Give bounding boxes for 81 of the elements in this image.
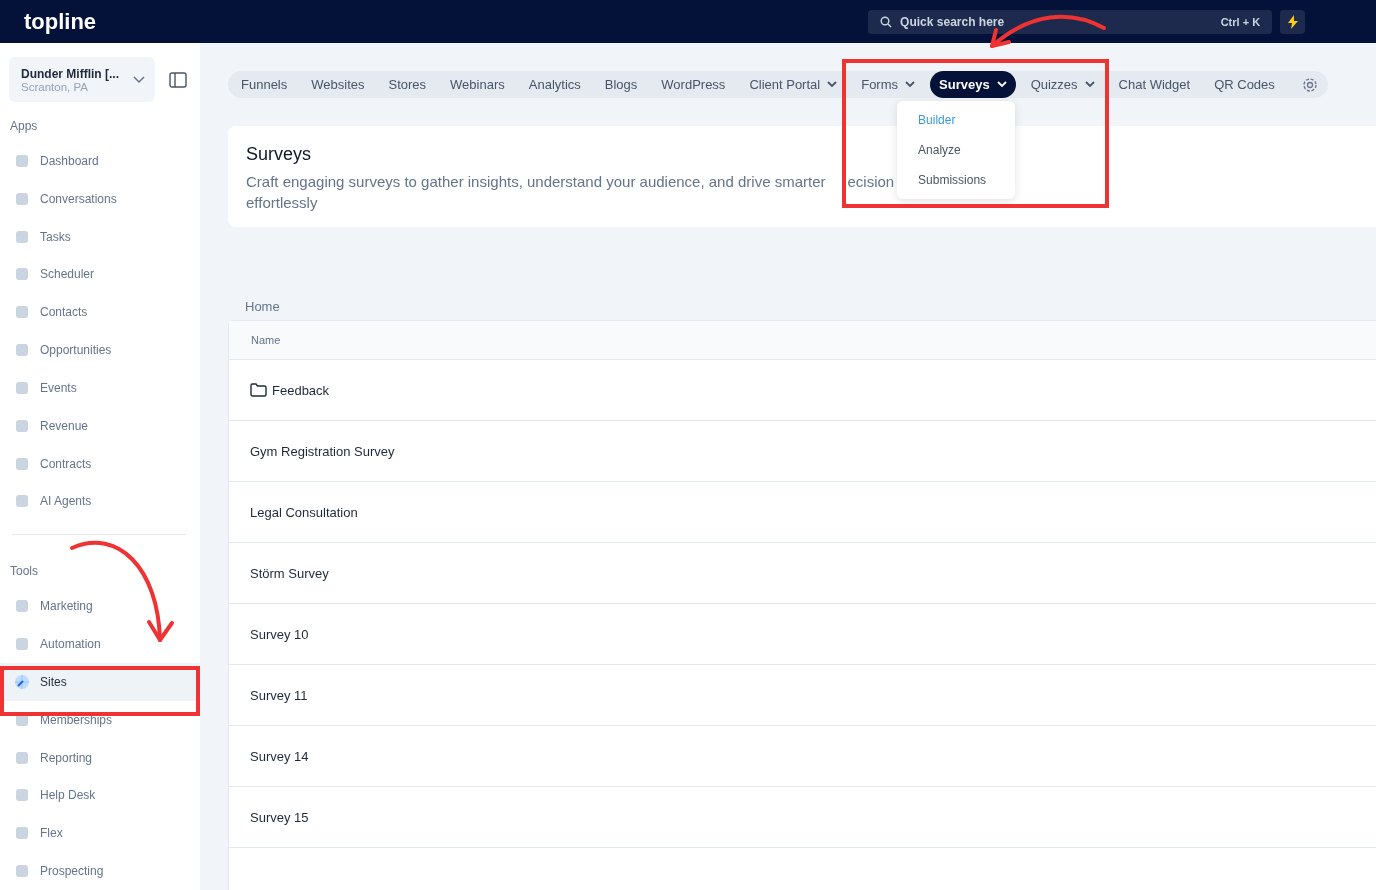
column-header: Name [251, 334, 281, 346]
square-icon [14, 342, 30, 359]
sidebar-item[interactable]: Automation [0, 625, 200, 663]
tab[interactable]: Forms [852, 71, 925, 98]
sidebar-item[interactable]: Tasks [0, 217, 200, 256]
table-cell[interactable]: Survey 14 [250, 748, 309, 764]
sidebar-item[interactable]: Prospecting [0, 852, 200, 890]
square-icon [14, 266, 30, 283]
caret-icon [1084, 81, 1095, 88]
table-cell[interactable]: Feedback [272, 382, 330, 398]
account-switcher[interactable]: Dunder Mifflin [... Scranton, PA [9, 57, 155, 102]
menu-item[interactable]: Submissions [897, 165, 1016, 195]
menu-item[interactable]: Analyze [897, 135, 1016, 165]
square-icon [14, 493, 30, 510]
sidebar-item[interactable]: AI Agents [0, 482, 200, 521]
shortcut-hint: Ctrl + K [1220, 15, 1261, 28]
sidebar-item[interactable]: Conversations [0, 179, 200, 218]
square-icon [14, 455, 30, 472]
square-icon [14, 636, 30, 652]
sidebar-item[interactable]: Dashboard [0, 142, 200, 180]
square-icon [14, 152, 30, 169]
table-cell[interactable]: Survey 15 [250, 809, 309, 825]
tab[interactable]: Websites [302, 71, 374, 98]
square-icon [14, 598, 30, 615]
tab[interactable]: Stores [379, 71, 436, 98]
caret-icon [827, 81, 838, 88]
lightning-icon [1287, 14, 1298, 29]
sidebar-item[interactable]: Opportunities [0, 331, 200, 369]
table-cell[interactable]: Störm Survey [250, 565, 329, 581]
caret-icon [996, 81, 1007, 88]
sidebar-item[interactable]: Contracts [0, 444, 200, 483]
sidebar-item[interactable]: Marketing [0, 587, 200, 626]
square-icon [14, 749, 30, 766]
settings-icon[interactable] [1301, 76, 1318, 93]
tab[interactable]: Quizzes [1021, 71, 1104, 98]
square-icon [14, 304, 30, 321]
account-name: Dunder Mifflin [... [21, 66, 119, 81]
sidebar-item[interactable]: Help Desk [0, 776, 200, 815]
caret-icon [905, 81, 916, 88]
tab[interactable]: Chat Widget [1109, 71, 1200, 98]
sidebar-item[interactable]: Events [0, 368, 200, 407]
table-cell[interactable]: Survey 10 [250, 626, 309, 642]
sidebar-item[interactable]: Flex [0, 814, 200, 853]
tab[interactable]: QR Codes [1205, 71, 1284, 98]
sidebar-item[interactable]: Scheduler [0, 255, 200, 294]
search-icon [880, 15, 893, 28]
square-icon [14, 417, 30, 434]
square-icon [14, 379, 30, 396]
tab[interactable]: Blogs [595, 71, 647, 98]
partly-covered-word: ecision [847, 172, 895, 192]
table-cell[interactable]: Survey 11 [250, 687, 308, 703]
tab[interactable]: WordPress [652, 71, 735, 98]
chevron-down-icon [133, 75, 145, 84]
square-icon [14, 228, 30, 245]
square-icon [14, 787, 30, 804]
tab[interactable]: Analytics [519, 71, 590, 98]
tab[interactable]: Webinars [441, 71, 514, 98]
square-icon [14, 863, 30, 879]
sidebar-item[interactable]: Reporting [0, 738, 200, 777]
section-title: Apps [9, 118, 39, 135]
square-icon [14, 190, 30, 207]
folder-icon [250, 383, 267, 397]
tab[interactable]: Funnels [232, 71, 297, 98]
table-cell[interactable]: Legal Consultation [250, 504, 358, 520]
sidebar-item[interactable]: Revenue [0, 406, 200, 445]
account-location: Scranton, PA [21, 80, 89, 93]
page-description-end: effortlessly [246, 193, 318, 213]
lightning-button[interactable] [1280, 9, 1306, 34]
table-cell[interactable]: Gym Registration Survey [250, 443, 395, 459]
globe-icon [14, 673, 30, 690]
page-description: Craft engaging surveys to gather insights, understand your audience, and drive smarter [246, 172, 826, 192]
breadcrumb[interactable]: Home [245, 299, 280, 314]
logo: topline [24, 8, 97, 35]
section-title: Tools [9, 563, 39, 581]
sidebar-item[interactable]: Contacts [0, 293, 200, 332]
sidebar-toggle-icon[interactable] [169, 71, 187, 88]
page-title: Surveys [246, 144, 312, 165]
square-icon [14, 825, 30, 842]
tab[interactable]: Surveys [930, 71, 1016, 98]
tab[interactable]: Client Portal [740, 71, 847, 98]
sidebar-item[interactable]: Memberships [0, 700, 200, 739]
